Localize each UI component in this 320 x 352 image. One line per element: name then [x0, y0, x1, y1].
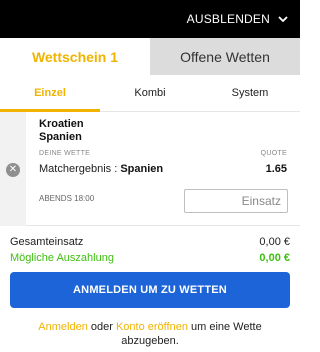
potential-payout-label: Mögliche Auszahlung [10, 252, 114, 264]
team-away: Spanien [39, 131, 82, 143]
tab-einzel[interactable]: Einzel [0, 75, 100, 112]
bet-mode-tabs: Einzel Kombi System [0, 75, 300, 112]
footer-note: Anmelden oder Konto eröffnen um eine Wet… [20, 320, 280, 348]
hide-label: AUSBLENDEN [186, 12, 270, 26]
team-home: Kroatien [39, 118, 84, 130]
slip-tabs: Wettschein 1 Offene Wetten [0, 38, 300, 75]
bet-label: DEINE WETTE [39, 150, 91, 157]
stake-input[interactable] [184, 189, 288, 213]
odds-label: QUOTE [260, 150, 287, 157]
footer-or-text: oder [87, 321, 116, 333]
tab-wettschein[interactable]: Wettschein 1 [0, 38, 150, 75]
tab-kombi[interactable]: Kombi [100, 75, 200, 111]
hide-button[interactable]: AUSBLENDEN [187, 0, 290, 38]
tab-offene-wetten[interactable]: Offene Wetten [150, 38, 300, 75]
login-to-bet-button[interactable]: ANMELDEN UM ZU WETTEN [10, 272, 290, 308]
total-stake-value: 0,00 € [259, 236, 290, 248]
market-name: Matchergebnis : [39, 163, 121, 175]
odds-value: 1.65 [265, 163, 287, 175]
tab-system[interactable]: System [200, 75, 300, 111]
remove-bet-icon[interactable]: ✕ [6, 163, 20, 177]
total-stake-label: Gesamteinsatz [10, 236, 84, 248]
potential-payout-value: 0,00 € [259, 252, 290, 264]
market-line: Matchergebnis : Spanien [39, 163, 163, 175]
potential-payout-row: Mögliche Auszahlung 0,00 € [10, 252, 290, 264]
selection-name: Spanien [120, 163, 164, 175]
top-bar: AUSBLENDEN [0, 0, 300, 38]
register-link[interactable]: Konto eröffnen [116, 321, 188, 333]
match-time: ABENDS 18:00 [39, 194, 95, 203]
bet-card: ✕ Kroatien Spanien DEINE WETTE QUOTE Mat… [0, 112, 300, 226]
login-link[interactable]: Anmelden [38, 321, 88, 333]
total-stake-row: Gesamteinsatz 0,00 € [10, 236, 290, 248]
chevron-down-icon [278, 16, 288, 23]
